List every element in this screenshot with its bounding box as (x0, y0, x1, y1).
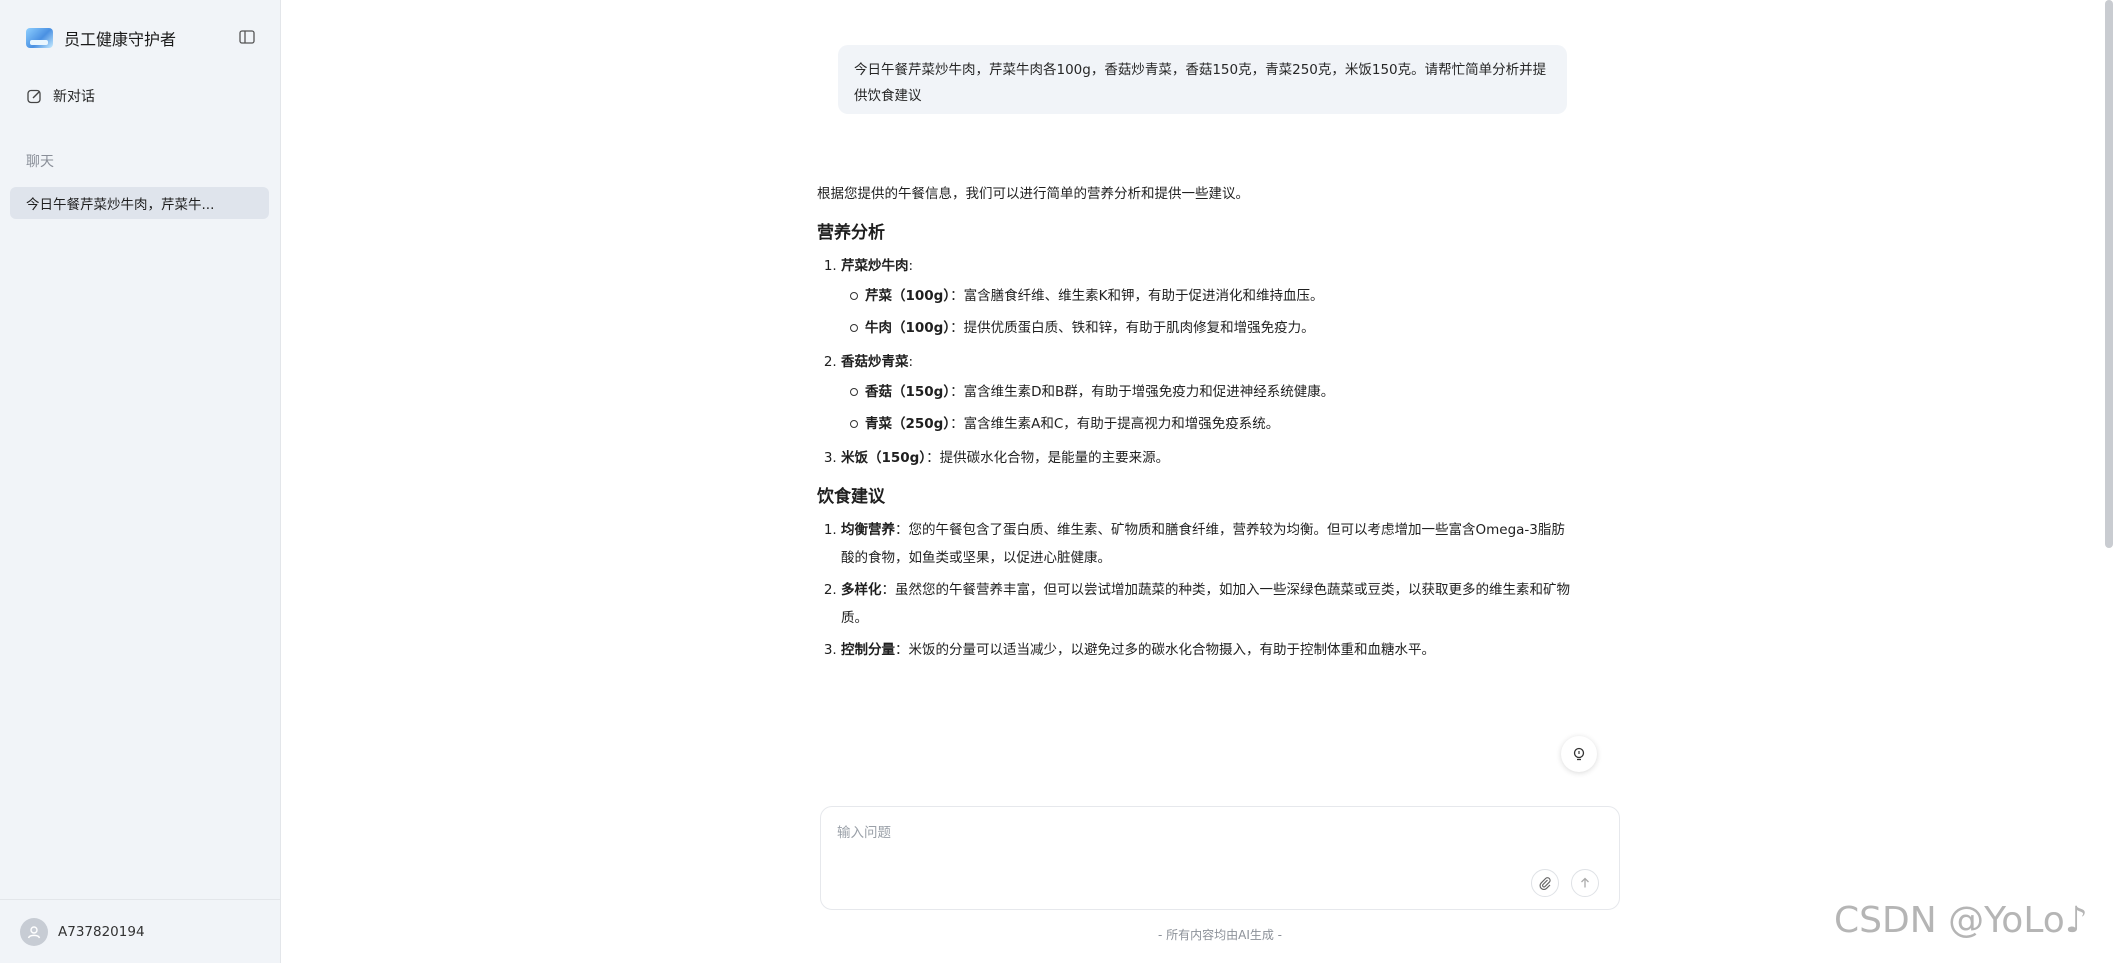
sidebar-toggle-button[interactable] (238, 28, 256, 46)
composer (820, 806, 1620, 910)
suggestion-button[interactable] (1561, 736, 1597, 772)
advice-heading: 饮食建议 (817, 487, 885, 507)
advice-item: 均衡营养：您的午餐包含了蛋白质、维生素、矿物质和膳食纤维，营养较为均衡。但可以考… (841, 516, 1577, 572)
advice-text: ：虽然您的午餐营养丰富，但可以尝试增加蔬菜的种类，如加入一些深绿色蔬菜或豆类，以… (841, 582, 1570, 626)
analysis-item-title: 芹菜炒牛肉 (841, 258, 909, 274)
sidebar-header: 员工健康守护者 (26, 26, 256, 50)
analysis-subitem: 芹菜（100g）：富含膳食纤维、维生素K和钾，有助于促进消化和维持血压。 (850, 280, 1577, 312)
watermark: CSDN @YoLo♪ (1834, 900, 2088, 941)
advice-title: 均衡营养 (841, 522, 895, 538)
food-name: 香菇（150g） (865, 384, 951, 400)
edit-icon (27, 89, 41, 103)
food-desc: ：富含维生素D和B群，有助于增强免疫力和促进神经系统健康。 (950, 384, 1335, 400)
analysis-item-suffix: ：提供碳水化合物，是能量的主要来源。 (926, 450, 1170, 466)
answer-intro: 根据您提供的午餐信息，我们可以进行简单的营养分析和提供一些建议。 (817, 186, 1249, 202)
analysis-subitem: 牛肉（100g）：提供优质蛋白质、铁和锌，有助于肌肉修复和增强免疫力。 (850, 312, 1577, 344)
advice-list: 均衡营养：您的午餐包含了蛋白质、维生素、矿物质和膳食纤维，营养较为均衡。但可以考… (817, 516, 1577, 664)
analysis-sublist: 芹菜（100g）：富含膳食纤维、维生素K和钾，有助于促进消化和维持血压。 牛肉（… (841, 280, 1577, 344)
arrow-up-icon (1581, 877, 1589, 888)
send-button[interactable] (1571, 869, 1599, 897)
username: A737820194 (58, 923, 145, 940)
analysis-sublist: 香菇（150g）：富含维生素D和B群，有助于增强免疫力和促进神经系统健康。 青菜… (841, 376, 1577, 440)
paperclip-icon (1539, 877, 1551, 890)
question-input[interactable] (837, 821, 1597, 845)
advice-title: 多样化 (841, 582, 882, 598)
advice-text: ：米饭的分量可以适当减少，以避免过多的碳水化合物摄入，有助于控制体重和血糖水平。 (895, 642, 1435, 658)
analysis-subitem: 青菜（250g）：富含维生素A和C，有助于提高视力和增强免疫系统。 (850, 408, 1577, 440)
advice-title: 控制分量 (841, 642, 895, 658)
food-desc: ：提供优质蛋白质、铁和锌，有助于肌肉修复和增强免疫力。 (950, 320, 1315, 336)
analysis-item-suffix: : (908, 354, 914, 370)
app-title: 员工健康守护者 (64, 30, 177, 49)
analysis-item: 米饭（150g）：提供碳水化合物，是能量的主要来源。 (841, 444, 1577, 472)
sidebar: 员工健康守护者 新对话 聊天 今日午餐芹菜炒牛肉，芹菜牛... A7378201… (0, 0, 281, 963)
analysis-subitem: 香菇（150g）：富含维生素D和B群，有助于增强免疫力和促进神经系统健康。 (850, 376, 1577, 408)
analysis-heading: 营养分析 (817, 223, 885, 243)
app-logo-icon (26, 28, 53, 48)
lightbulb-icon (1573, 747, 1585, 761)
advice-text: ：您的午餐包含了蛋白质、维生素、矿物质和膳食纤维，营养较为均衡。但可以考虑增加一… (841, 522, 1565, 566)
analysis-item: 芹菜炒牛肉: 芹菜（100g）：富含膳食纤维、维生素K和钾，有助于促进消化和维持… (841, 252, 1577, 344)
chat-section-label: 聊天 (26, 154, 54, 170)
attach-button[interactable] (1531, 869, 1559, 897)
analysis-item: 香菇炒青菜: 香菇（150g）：富含维生素D和B群，有助于增强免疫力和促进神经系… (841, 348, 1577, 440)
history-item-title: 今日午餐芹菜炒牛肉，芹菜牛... (26, 197, 215, 213)
food-name: 芹菜（100g） (865, 288, 951, 304)
user-icon (27, 925, 41, 938)
avatar (20, 917, 48, 946)
assistant-answer: 根据您提供的午餐信息，我们可以进行简单的营养分析和提供一些建议。 营养分析 芹菜… (817, 180, 1577, 668)
scrollbar[interactable] (2105, 0, 2113, 548)
food-desc: ：富含维生素A和C，有助于提高视力和增强免疫系统。 (950, 416, 1280, 432)
analysis-list: 芹菜炒牛肉: 芹菜（100g）：富含膳食纤维、维生素K和钾，有助于促进消化和维持… (817, 252, 1577, 472)
new-chat-button[interactable]: 新对话 (26, 84, 95, 108)
analysis-item-suffix: : (908, 258, 914, 274)
analysis-item-title: 米饭（150g） (841, 450, 927, 466)
analysis-item-title: 香菇炒青菜 (841, 354, 909, 370)
food-name: 牛肉（100g） (865, 320, 951, 336)
food-desc: ：富含膳食纤维、维生素K和钾，有助于促进消化和维持血压。 (950, 288, 1324, 304)
ai-disclaimer: - 所有内容均由AI生成 - (1157, 928, 1283, 942)
advice-item: 控制分量：米饭的分量可以适当减少，以避免过多的碳水化合物摄入，有助于控制体重和血… (841, 636, 1577, 664)
user-profile[interactable]: A737820194 (0, 899, 281, 963)
new-chat-label: 新对话 (53, 89, 95, 105)
chat-main: 今日午餐芹菜炒牛肉，芹菜牛肉各100g，香菇炒青菜，香菇150克，青菜250克，… (281, 0, 2127, 963)
advice-item: 多样化：虽然您的午餐营养丰富，但可以尝试增加蔬菜的种类，如加入一些深绿色蔬菜或豆… (841, 576, 1577, 632)
sidebar-toggle-icon (239, 30, 255, 44)
food-name: 青菜（250g） (865, 416, 951, 432)
history-item[interactable]: 今日午餐芹菜炒牛肉，芹菜牛... (10, 187, 269, 219)
user-message: 今日午餐芹菜炒牛肉，芹菜牛肉各100g，香菇炒青菜，香菇150克，青菜250克，… (838, 45, 1567, 114)
